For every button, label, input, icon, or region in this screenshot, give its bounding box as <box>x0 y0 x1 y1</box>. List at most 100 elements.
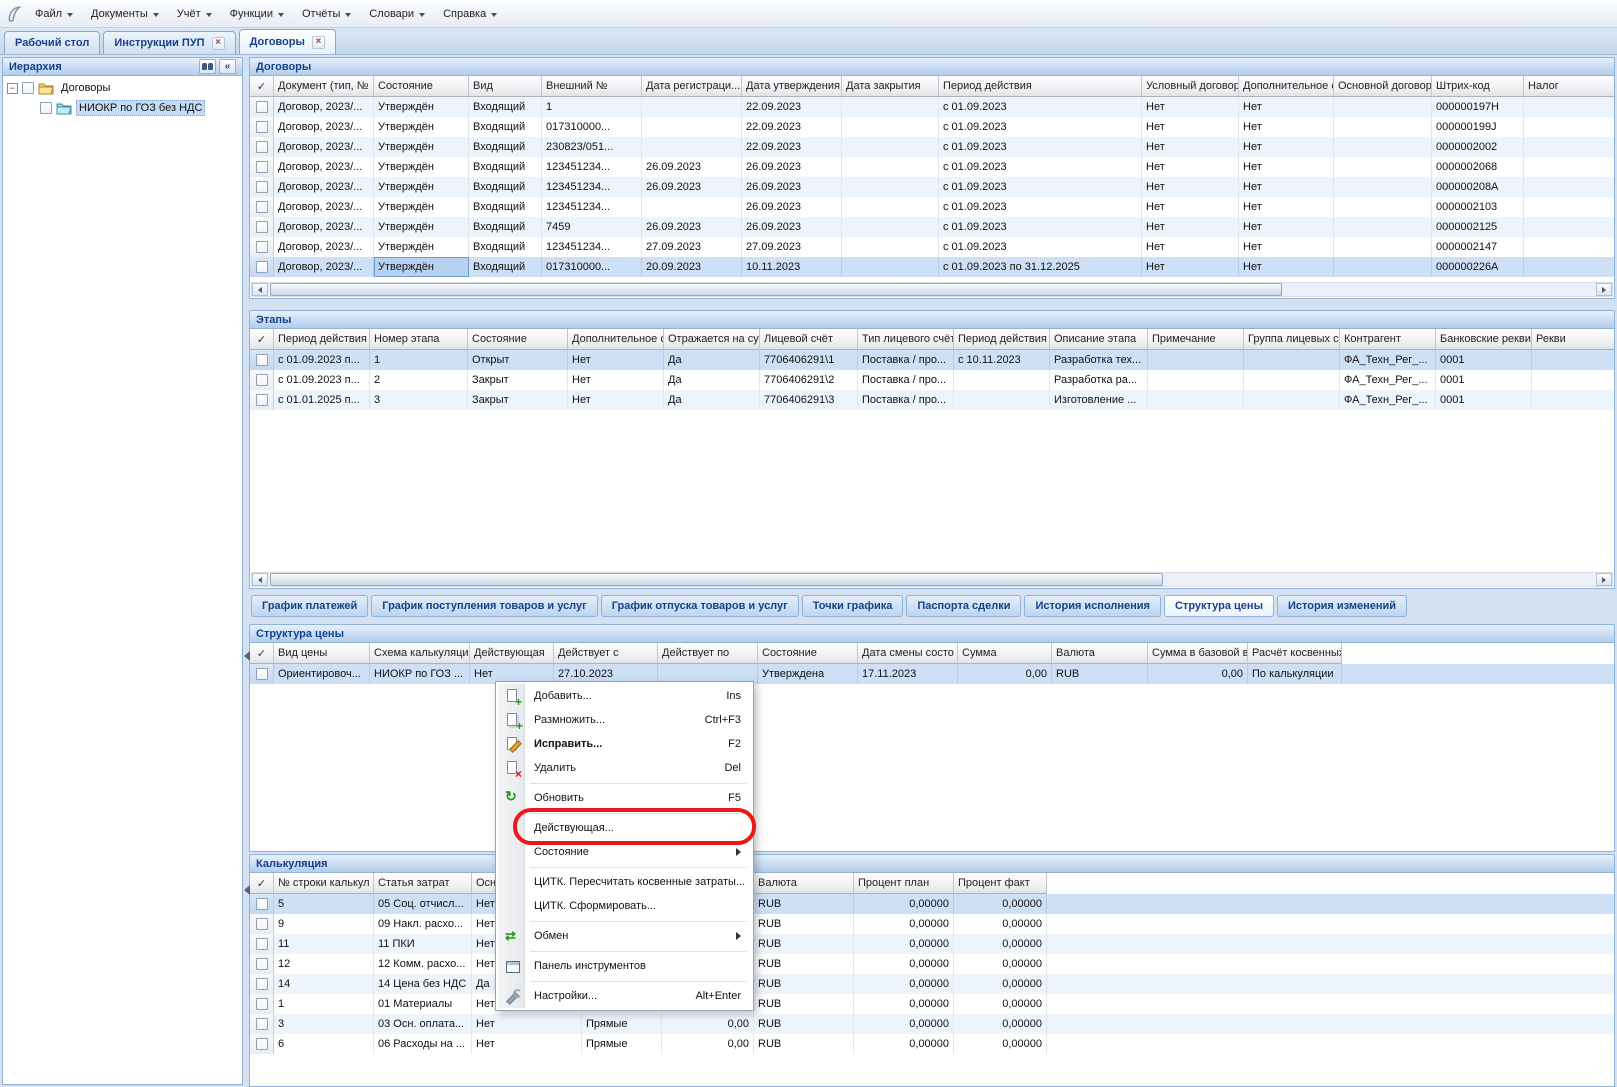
tree-expander-icon[interactable]: − <box>7 83 18 94</box>
grid-cell[interactable] <box>1334 237 1432 257</box>
grid-cell[interactable] <box>1524 177 1614 197</box>
scroll-right-button[interactable] <box>1596 573 1612 586</box>
grid-cell[interactable]: 14 Цена без НДС <box>374 974 472 994</box>
grid-cell[interactable]: 0000002103 <box>1432 197 1524 217</box>
grid-cell[interactable]: RUB <box>1052 664 1148 684</box>
context-menu-item[interactable]: УдалитьDel <box>498 756 751 780</box>
grid-cell[interactable]: Входящий <box>469 217 542 237</box>
grid-cell[interactable]: 11 <box>274 934 374 954</box>
context-menu-item[interactable]: Настройки...Alt+Enter <box>498 984 751 1008</box>
menubar-item[interactable]: Учёт <box>168 0 221 27</box>
grid-cell[interactable]: 1 <box>370 350 468 370</box>
grid-cell[interactable]: Договор, 2023/... <box>274 157 374 177</box>
column-header[interactable]: Номер этапа <box>370 329 468 350</box>
contracts-horizontal-scrollbar[interactable] <box>251 282 1613 297</box>
grid-cell[interactable]: Нет <box>1142 177 1239 197</box>
column-header[interactable]: Период действия <box>274 329 370 350</box>
grid-cell[interactable]: 14 <box>274 974 374 994</box>
grid-cell[interactable]: 12 Комм. расхо... <box>374 954 472 974</box>
grid-cell[interactable]: 7706406291\1 <box>760 350 858 370</box>
grid-cell[interactable]: Договор, 2023/... <box>274 197 374 217</box>
row-checkbox[interactable] <box>256 241 268 253</box>
menubar-item[interactable]: Словари <box>360 0 434 27</box>
grid-cell[interactable] <box>1532 370 1614 390</box>
grid-cell[interactable]: Утверждён <box>374 217 469 237</box>
grid-cell[interactable]: RUB <box>754 974 854 994</box>
column-header[interactable]: ✓ <box>250 643 274 664</box>
grid-cell[interactable] <box>642 97 742 117</box>
grid-cell[interactable]: RUB <box>754 894 854 914</box>
scroll-left-button[interactable] <box>252 283 268 296</box>
column-header[interactable]: ✓ <box>250 873 274 894</box>
grid-cell[interactable]: Нет <box>1239 237 1334 257</box>
grid-cell[interactable]: 0,00000 <box>954 894 1047 914</box>
scroll-left-icon[interactable] <box>244 651 250 661</box>
grid-cell[interactable]: Договор, 2023/... <box>274 257 374 277</box>
grid-cell[interactable] <box>842 197 939 217</box>
grid-cell[interactable]: Разработка тех... <box>1050 350 1148 370</box>
row-checkbox[interactable] <box>256 1018 268 1030</box>
context-menu-item[interactable]: Исправить...F2 <box>498 732 751 756</box>
tree-checkbox[interactable] <box>22 82 34 94</box>
grid-cell[interactable]: 017310000... <box>542 257 642 277</box>
grid-cell[interactable]: Открыт <box>468 350 568 370</box>
grid-cell[interactable]: Нет <box>568 390 664 410</box>
row-check-cell[interactable] <box>250 350 274 370</box>
grid-cell[interactable] <box>642 117 742 137</box>
grid-row[interactable]: Договор, 2023/...УтверждёнВходящий123451… <box>250 237 1614 257</box>
grid-cell[interactable]: 06 Расходы на ... <box>374 1034 472 1054</box>
grid-cell[interactable] <box>1524 117 1614 137</box>
row-checkbox[interactable] <box>256 181 268 193</box>
grid-cell[interactable] <box>1334 157 1432 177</box>
grid-cell[interactable]: 2 <box>370 370 468 390</box>
column-header[interactable]: Отражается на сум <box>664 329 760 350</box>
menubar-item[interactable]: Функции <box>221 0 293 27</box>
grid-cell[interactable]: Договор, 2023/... <box>274 217 374 237</box>
grid-cell[interactable]: 0,00000 <box>854 914 954 934</box>
grid-cell[interactable] <box>1532 390 1614 410</box>
row-checkbox[interactable] <box>256 394 268 406</box>
row-check-cell[interactable] <box>250 894 274 914</box>
grid-row[interactable]: 1414 Цена без НДСДаRUB0,000000,00000 <box>250 974 1614 994</box>
column-header[interactable]: Описание этапа <box>1050 329 1148 350</box>
grid-cell[interactable]: 26.09.2023 <box>742 197 842 217</box>
grid-cell[interactable] <box>842 257 939 277</box>
grid-cell[interactable]: Нет <box>1142 257 1239 277</box>
row-check-cell[interactable] <box>250 137 274 157</box>
grid-cell[interactable]: 017310000... <box>542 117 642 137</box>
grid-cell[interactable]: Нет <box>1239 257 1334 277</box>
grid-cell[interactable]: ФА_Техн_Рег_... <box>1340 370 1436 390</box>
grid-cell[interactable]: Утверждён <box>374 97 469 117</box>
grid-cell[interactable]: 05 Соц. отчисл... <box>374 894 472 914</box>
grid-cell[interactable]: с 01.09.2023 по 31.12.2025 <box>939 257 1142 277</box>
row-check-cell[interactable] <box>250 257 274 277</box>
row-checkbox[interactable] <box>256 918 268 930</box>
detail-tab[interactable]: Структура цены <box>1164 595 1274 617</box>
column-header[interactable]: Статья затрат <box>374 873 472 894</box>
grid-cell[interactable]: 0,00 <box>958 664 1052 684</box>
grid-cell[interactable]: RUB <box>754 994 854 1014</box>
grid-cell[interactable]: Нет <box>1142 117 1239 137</box>
hierarchy-collapse-button[interactable]: « <box>219 59 236 74</box>
grid-row[interactable]: 101 МатериалыНетПрямые0,00RUB0,000000,00… <box>250 994 1614 1014</box>
grid-cell[interactable]: 0,00000 <box>954 914 1047 934</box>
column-header[interactable]: Внешний № <box>542 76 642 97</box>
grid-cell[interactable] <box>1334 117 1432 137</box>
grid-cell[interactable]: RUB <box>754 954 854 974</box>
menubar-item[interactable]: Файл <box>26 0 82 27</box>
column-header[interactable]: Вид <box>469 76 542 97</box>
grid-cell[interactable]: Да <box>664 350 760 370</box>
grid-cell[interactable] <box>1334 257 1432 277</box>
grid-cell[interactable]: 6 <box>274 1034 374 1054</box>
grid-cell[interactable] <box>1244 370 1340 390</box>
grid-cell[interactable] <box>1524 197 1614 217</box>
grid-cell[interactable]: Поставка / про... <box>858 370 954 390</box>
detail-tab[interactable]: История исполнения <box>1024 595 1161 617</box>
grid-row[interactable]: Договор, 2023/...УтверждёнВходящий230823… <box>250 137 1614 157</box>
context-menu-item[interactable]: ЦИТК. Сформировать... <box>498 894 751 918</box>
row-checkbox[interactable] <box>256 978 268 990</box>
grid-cell[interactable]: Утверждён <box>374 137 469 157</box>
grid-cell[interactable]: Нет <box>1142 237 1239 257</box>
grid-cell[interactable]: Входящий <box>469 157 542 177</box>
grid-cell[interactable]: Нет <box>1239 117 1334 137</box>
